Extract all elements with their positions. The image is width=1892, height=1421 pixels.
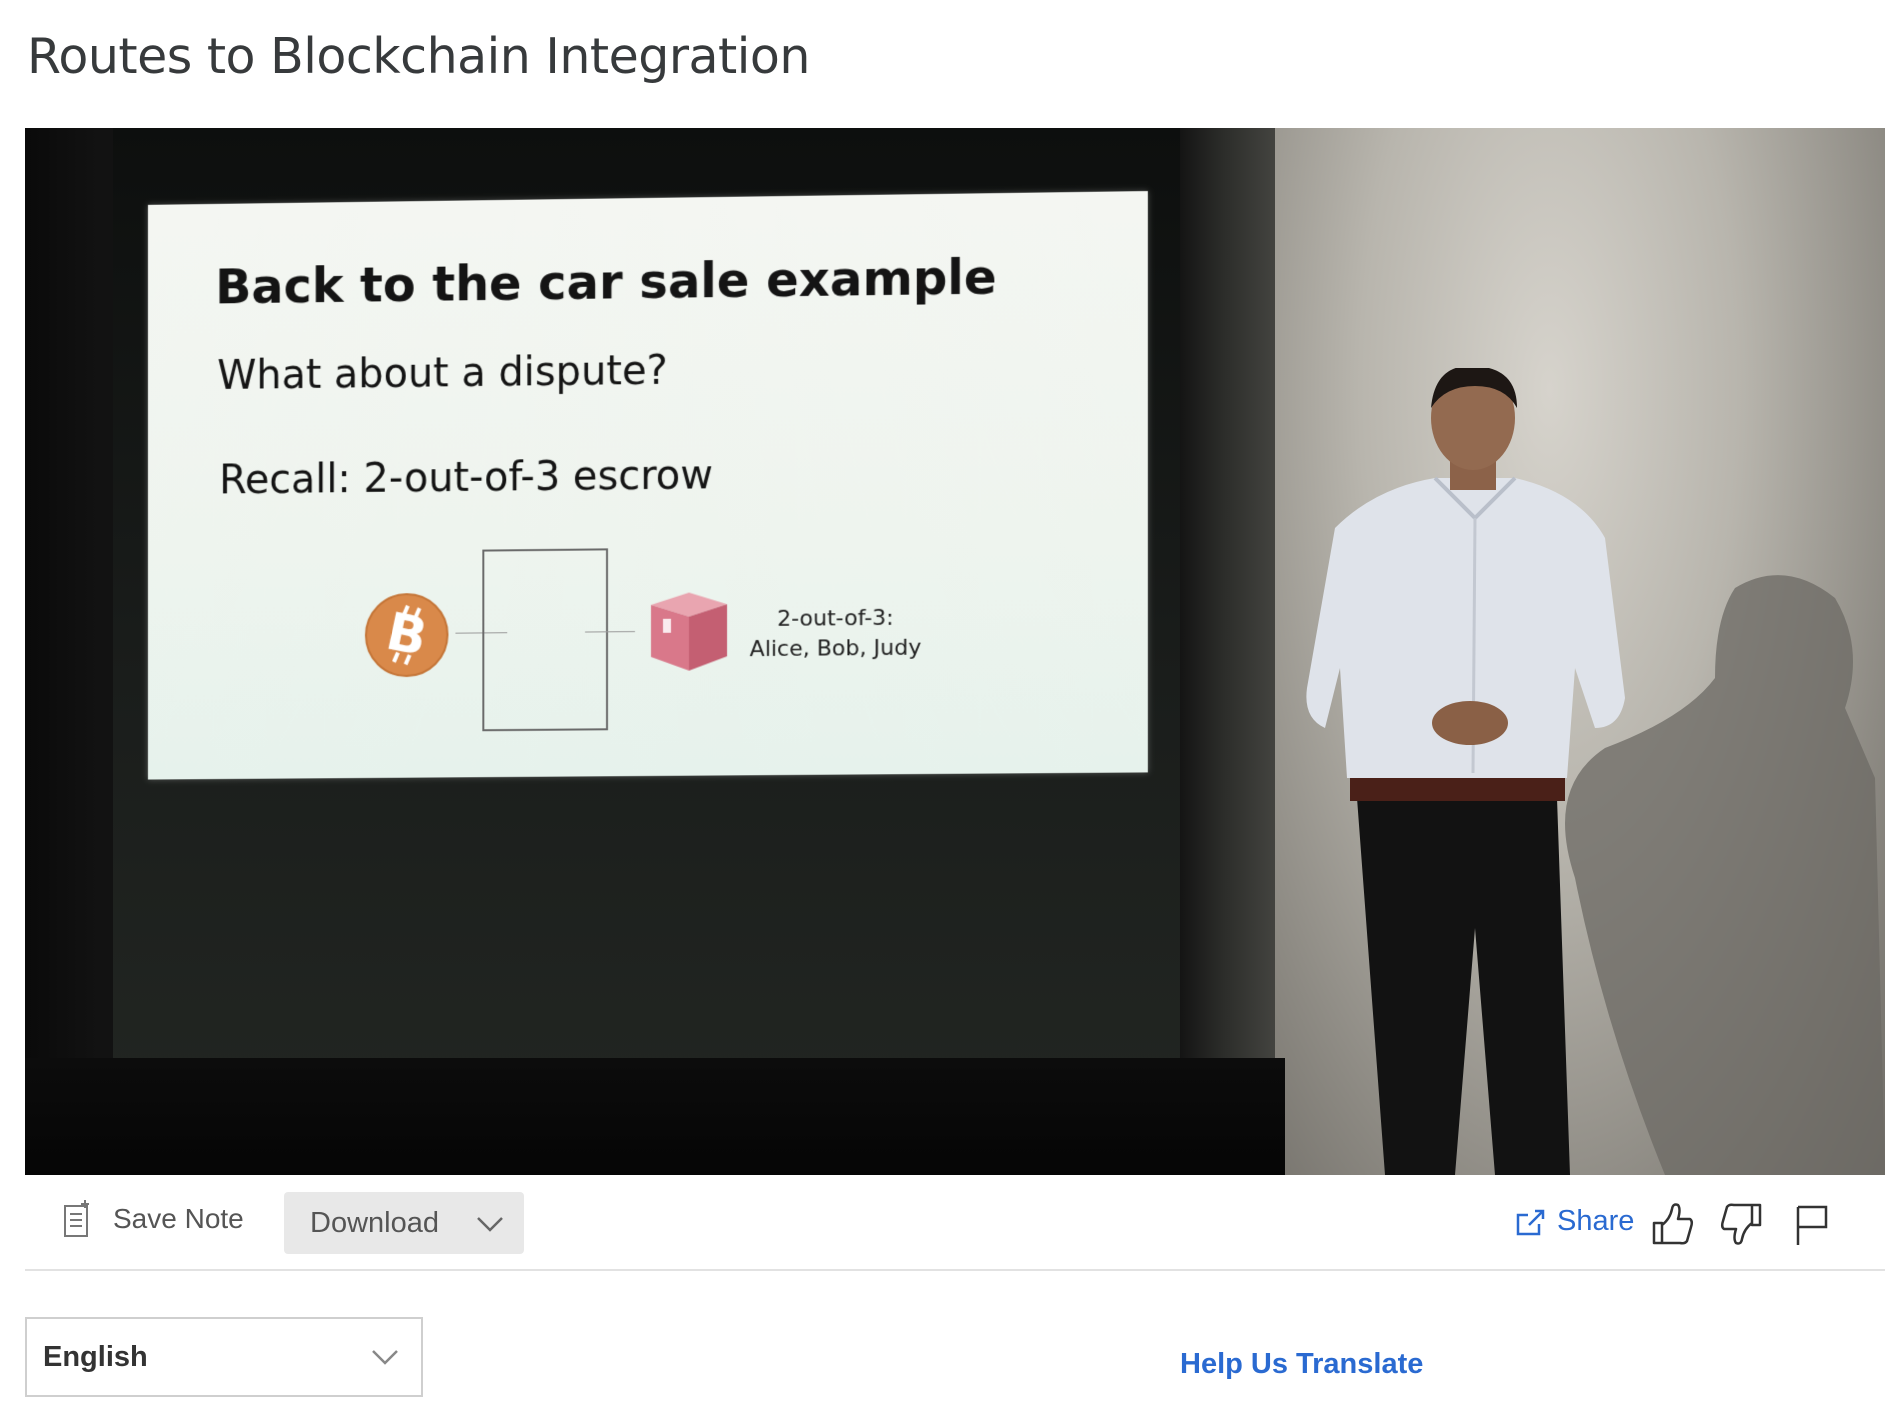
- escrow-label-line: 2-out-of-3:: [735, 603, 936, 635]
- slide-question: What about a dispute?: [217, 348, 668, 399]
- lecture-slide: Back to the car sale example What about …: [148, 191, 1148, 779]
- flag-icon[interactable]: [1790, 1201, 1834, 1247]
- escrow-label: 2-out-of-3: Alice, Bob, Judy: [735, 603, 936, 665]
- speaker: [1295, 368, 1655, 1175]
- escrow-box: [482, 548, 608, 731]
- save-note-button[interactable]: Save Note: [63, 1197, 244, 1241]
- language-select[interactable]: English: [25, 1317, 423, 1397]
- language-selected: English: [43, 1341, 148, 1374]
- download-label: Download: [310, 1207, 439, 1240]
- chevron-down-icon: [476, 1216, 504, 1232]
- connector-line: [585, 631, 635, 632]
- download-dropdown[interactable]: Download: [284, 1192, 524, 1254]
- escrow-label-line: Alice, Bob, Judy: [735, 633, 936, 665]
- note-icon: [63, 1200, 91, 1238]
- share-label: Share: [1557, 1205, 1634, 1238]
- share-icon: [1515, 1207, 1545, 1237]
- video-player[interactable]: Back to the car sale example What about …: [25, 128, 1885, 1175]
- video-toolbar: Save Note Download Share: [25, 1175, 1885, 1271]
- page-title: Routes to Blockchain Integration: [27, 28, 810, 85]
- save-note-label: Save Note: [113, 1203, 244, 1235]
- chevron-down-icon: [371, 1349, 399, 1365]
- help-translate-link[interactable]: Help Us Translate: [1180, 1348, 1423, 1381]
- share-button[interactable]: Share: [1515, 1205, 1634, 1238]
- thumbs-up-icon[interactable]: [1650, 1201, 1694, 1247]
- thumbs-down-icon[interactable]: [1720, 1201, 1764, 1247]
- screen-base: [25, 1058, 1285, 1175]
- slide-title: Back to the car sale example: [215, 249, 996, 315]
- lockbox-icon: [645, 582, 731, 673]
- slide-recall: Recall: 2-out-of-3 escrow: [219, 452, 713, 503]
- bitcoin-icon: B: [364, 592, 450, 679]
- wall-edge: [1180, 128, 1290, 1175]
